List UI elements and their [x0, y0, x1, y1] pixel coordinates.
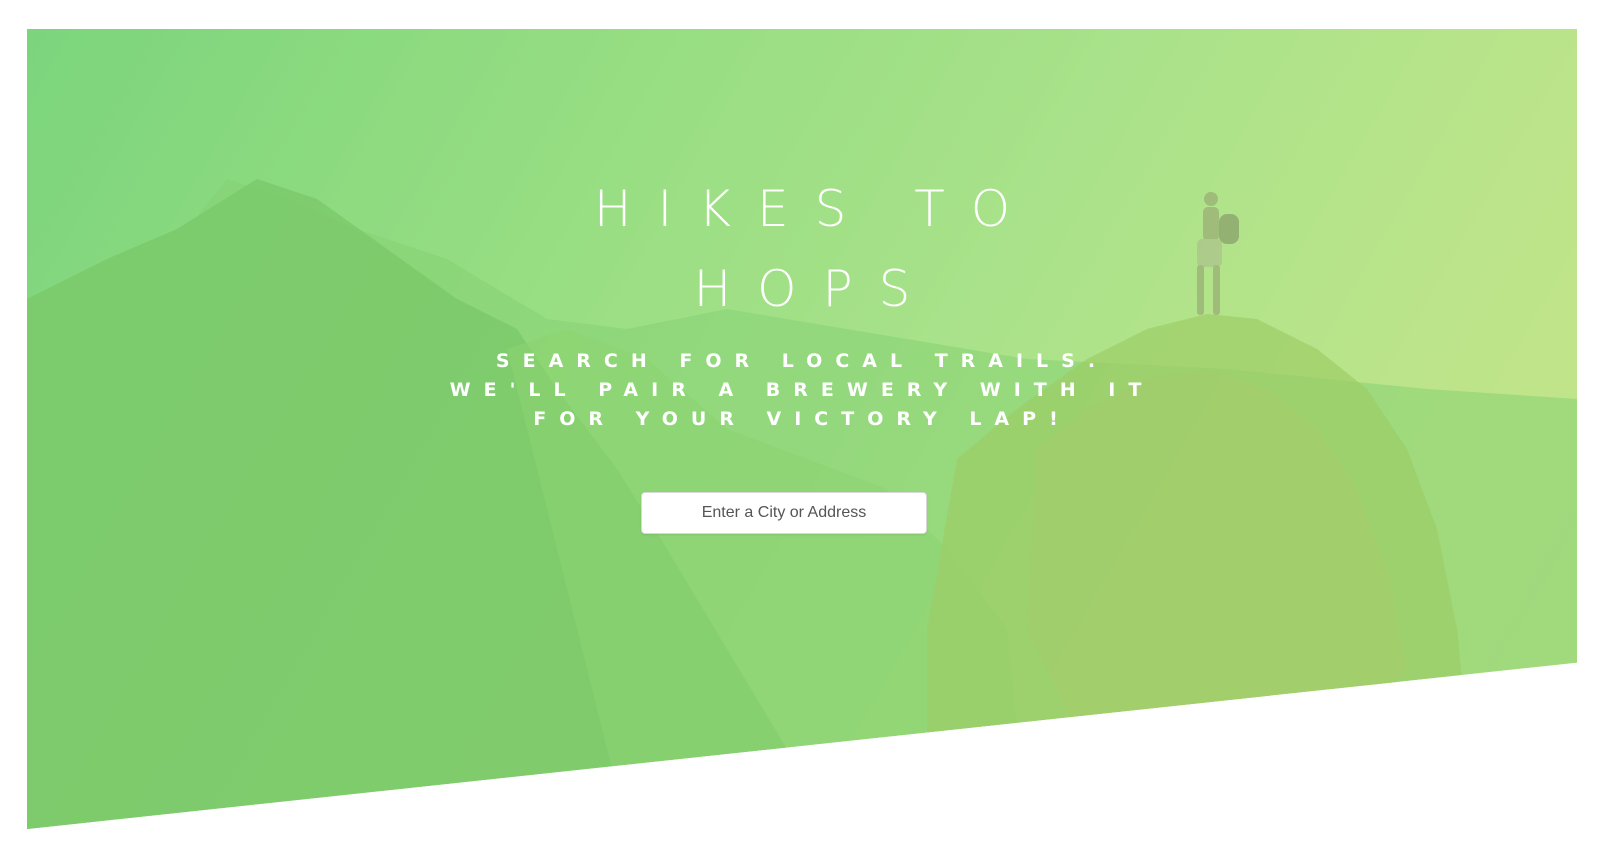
hero-banner: HIKES TO HOPS SEARCH FOR LOCAL TRAILS. W…: [27, 29, 1577, 829]
search-container: [641, 492, 927, 534]
title-line-2: HOPS: [693, 260, 937, 318]
tagline: SEARCH FOR LOCAL TRAILS. WE'LL PAIR A BR…: [449, 350, 1155, 430]
location-search-input[interactable]: [641, 492, 927, 534]
title-line-1: HIKES TO: [593, 180, 1037, 238]
hero-content: HIKES TO HOPS SEARCH FOR LOCAL TRAILS. W…: [27, 29, 1577, 829]
page-title: HIKES TO HOPS: [27, 169, 1577, 329]
